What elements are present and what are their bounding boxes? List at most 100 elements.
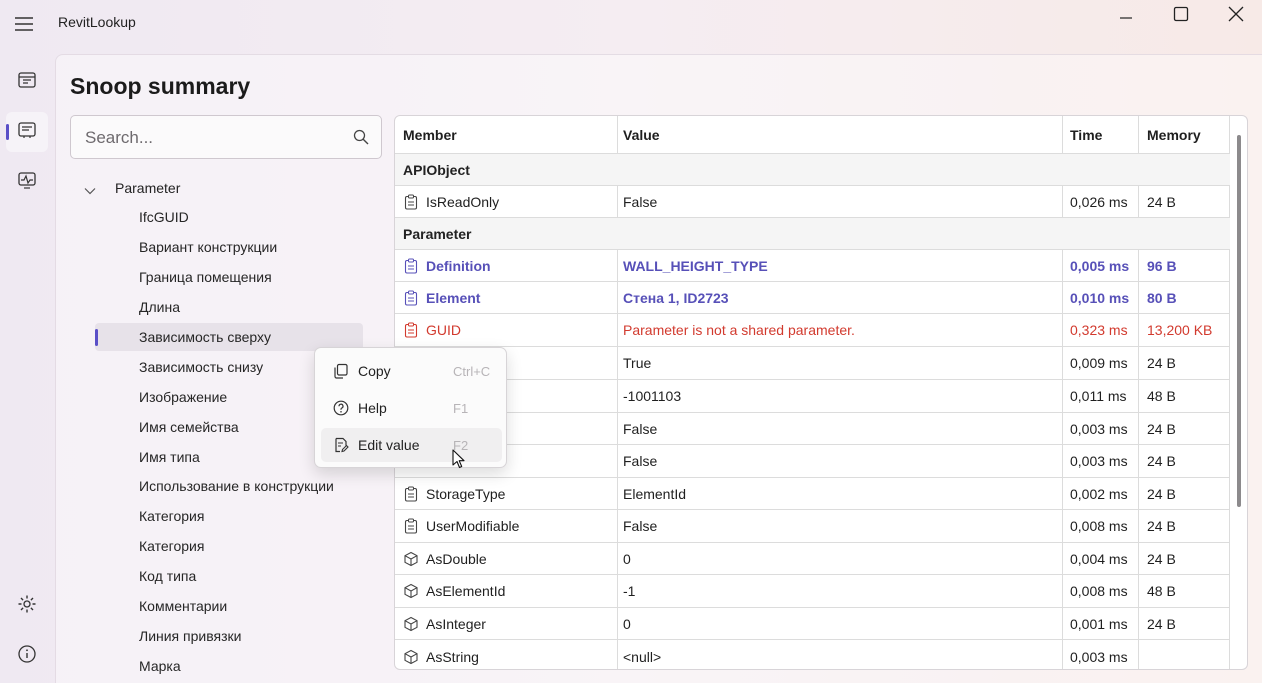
tree-item-label: Имя семейства bbox=[139, 419, 239, 435]
member-name: AsInteger bbox=[426, 615, 486, 632]
member-time: 0,003 ms bbox=[1063, 413, 1139, 444]
tree-item-label: Вариант конструкции bbox=[139, 239, 278, 255]
tree-item[interactable]: Вариант конструкции bbox=[95, 233, 363, 261]
table-row[interactable]: False 0,003 ms 24 B bbox=[395, 445, 1230, 478]
context-menu-help[interactable]: Help F1 bbox=[321, 391, 502, 425]
member-memory: 96 B bbox=[1139, 250, 1230, 281]
table-row[interactable]: IsReadOnly False 0,026 ms 24 B bbox=[395, 186, 1230, 218]
group-title: Parameter bbox=[403, 225, 472, 242]
member-time: 0,010 ms bbox=[1063, 282, 1139, 313]
method-cube-icon bbox=[403, 649, 419, 665]
chevron-down-icon[interactable] bbox=[84, 182, 96, 200]
column-header-time[interactable]: Time bbox=[1063, 116, 1139, 153]
property-icon bbox=[403, 194, 419, 210]
nav-active-indicator bbox=[6, 124, 9, 140]
member-memory: 24 B bbox=[1139, 608, 1230, 639]
tree-item-label: Зависимость сверху bbox=[139, 329, 272, 345]
property-icon bbox=[403, 518, 419, 534]
tree-item-label: Линия привязки bbox=[139, 628, 242, 644]
edit-icon bbox=[333, 437, 349, 458]
table-row[interactable]: GUID Parameter is not a shared parameter… bbox=[395, 314, 1230, 347]
table-row[interactable]: -1001103 0,011 ms 48 B bbox=[395, 380, 1230, 413]
tree-item[interactable]: Код типа bbox=[95, 562, 363, 590]
member-memory: 24 B bbox=[1139, 543, 1230, 574]
table-row[interactable]: Definition WALL_HEIGHT_TYPE 0,005 ms 96 … bbox=[395, 250, 1230, 282]
member-memory: 80 B bbox=[1139, 282, 1230, 313]
nav-item-snoop-summary[interactable] bbox=[6, 112, 48, 152]
method-cube-icon bbox=[403, 551, 419, 567]
hamburger-menu-icon[interactable] bbox=[10, 10, 38, 38]
snoop-summary-icon bbox=[17, 120, 37, 145]
member-time: 0,323 ms bbox=[1063, 314, 1139, 346]
property-icon bbox=[403, 322, 419, 338]
maximize-button[interactable] bbox=[1153, 0, 1209, 28]
dashboard-icon bbox=[17, 70, 37, 95]
table-row[interactable]: UserModifiable False 0,008 ms 24 B bbox=[395, 510, 1230, 543]
tree-item[interactable]: Использование в конструкции bbox=[95, 472, 363, 500]
nav-item-events-monitor[interactable] bbox=[6, 162, 48, 202]
table-row[interactable]: AsInteger 0 0,001 ms 24 B bbox=[395, 608, 1230, 640]
app-title: RevitLookup bbox=[58, 14, 136, 30]
member-memory: 24 B bbox=[1139, 478, 1230, 509]
group-header-apiobject[interactable]: APIObject bbox=[395, 154, 1230, 186]
tree-item[interactable]: Марка bbox=[95, 652, 363, 680]
table-row[interactable]: False 0,003 ms 24 B bbox=[395, 413, 1230, 445]
events-monitor-icon bbox=[17, 170, 37, 195]
context-menu-copy[interactable]: Copy Ctrl+C bbox=[321, 354, 502, 388]
member-memory: 24 B bbox=[1139, 413, 1230, 444]
close-button[interactable] bbox=[1208, 0, 1262, 28]
table-row[interactable]: AsString <null> 0,003 ms bbox=[395, 640, 1230, 669]
nav-item-about[interactable] bbox=[6, 636, 48, 676]
table-row[interactable]: Element Стена 1, ID2723 0,010 ms 80 B bbox=[395, 282, 1230, 314]
member-memory: 48 B bbox=[1139, 380, 1230, 412]
member-value: False bbox=[618, 413, 1063, 444]
member-time: 0,009 ms bbox=[1063, 347, 1139, 379]
table-row[interactable]: StorageType ElementId 0,002 ms 24 B bbox=[395, 478, 1230, 510]
column-header-memory[interactable]: Memory bbox=[1139, 116, 1230, 153]
tree-item[interactable]: Линия привязки bbox=[95, 622, 363, 650]
tree-item[interactable]: IfcGUID bbox=[95, 203, 363, 231]
member-memory bbox=[1139, 640, 1230, 669]
context-menu-shortcut: F1 bbox=[453, 401, 469, 416]
member-value: True bbox=[618, 347, 1063, 379]
context-menu-edit-value[interactable]: Edit value F2 bbox=[321, 428, 502, 462]
member-time: 0,026 ms bbox=[1063, 186, 1139, 217]
table-row[interactable]: True 0,009 ms 24 B bbox=[395, 347, 1230, 380]
member-time: 0,011 ms bbox=[1063, 380, 1139, 412]
property-icon bbox=[403, 290, 419, 306]
grid-vertical-scrollbar[interactable] bbox=[1237, 135, 1241, 507]
nav-item-settings[interactable] bbox=[6, 586, 48, 626]
tree-item-label: Комментарии bbox=[139, 598, 228, 614]
nav-item-dashboard[interactable] bbox=[6, 62, 48, 102]
property-icon bbox=[403, 486, 419, 502]
tree-item[interactable]: Граница помещения bbox=[95, 263, 363, 291]
tree-item-label: Зависимость снизу bbox=[139, 359, 264, 375]
member-name: Element bbox=[426, 289, 481, 306]
table-row[interactable]: AsElementId -1 0,008 ms 48 B bbox=[395, 575, 1230, 608]
method-cube-icon bbox=[403, 583, 419, 599]
search-box bbox=[70, 115, 382, 159]
context-menu-label: Help bbox=[358, 400, 387, 416]
tree-node-parameter[interactable]: Parameter bbox=[70, 174, 370, 202]
tree-item-label: Категория bbox=[139, 538, 205, 554]
tree-item[interactable]: Категория bbox=[95, 502, 363, 530]
search-icon[interactable] bbox=[353, 129, 369, 150]
column-header-value[interactable]: Value bbox=[618, 116, 1063, 153]
minimize-button[interactable] bbox=[1098, 0, 1154, 28]
member-time: 0,004 ms bbox=[1063, 543, 1139, 574]
group-title: APIObject bbox=[403, 161, 470, 178]
member-time: 0,008 ms bbox=[1063, 510, 1139, 542]
tree-item-label: Длина bbox=[139, 299, 180, 315]
tree-item[interactable]: Длина bbox=[95, 293, 363, 321]
column-header-member[interactable]: Member bbox=[395, 116, 618, 153]
group-header-parameter[interactable]: Parameter bbox=[395, 218, 1230, 250]
tree-item[interactable]: Категория bbox=[95, 532, 363, 560]
table-row[interactable]: AsDouble 0 0,004 ms 24 B bbox=[395, 543, 1230, 575]
member-time: 0,008 ms bbox=[1063, 575, 1139, 607]
tree-item[interactable]: Комментарии bbox=[95, 592, 363, 620]
member-memory: 13,200 KB bbox=[1139, 314, 1230, 346]
context-menu-label: Edit value bbox=[358, 437, 420, 453]
member-time: 0,003 ms bbox=[1063, 445, 1139, 477]
tree-item-label: Марка bbox=[139, 658, 181, 674]
search-input[interactable] bbox=[83, 126, 337, 150]
